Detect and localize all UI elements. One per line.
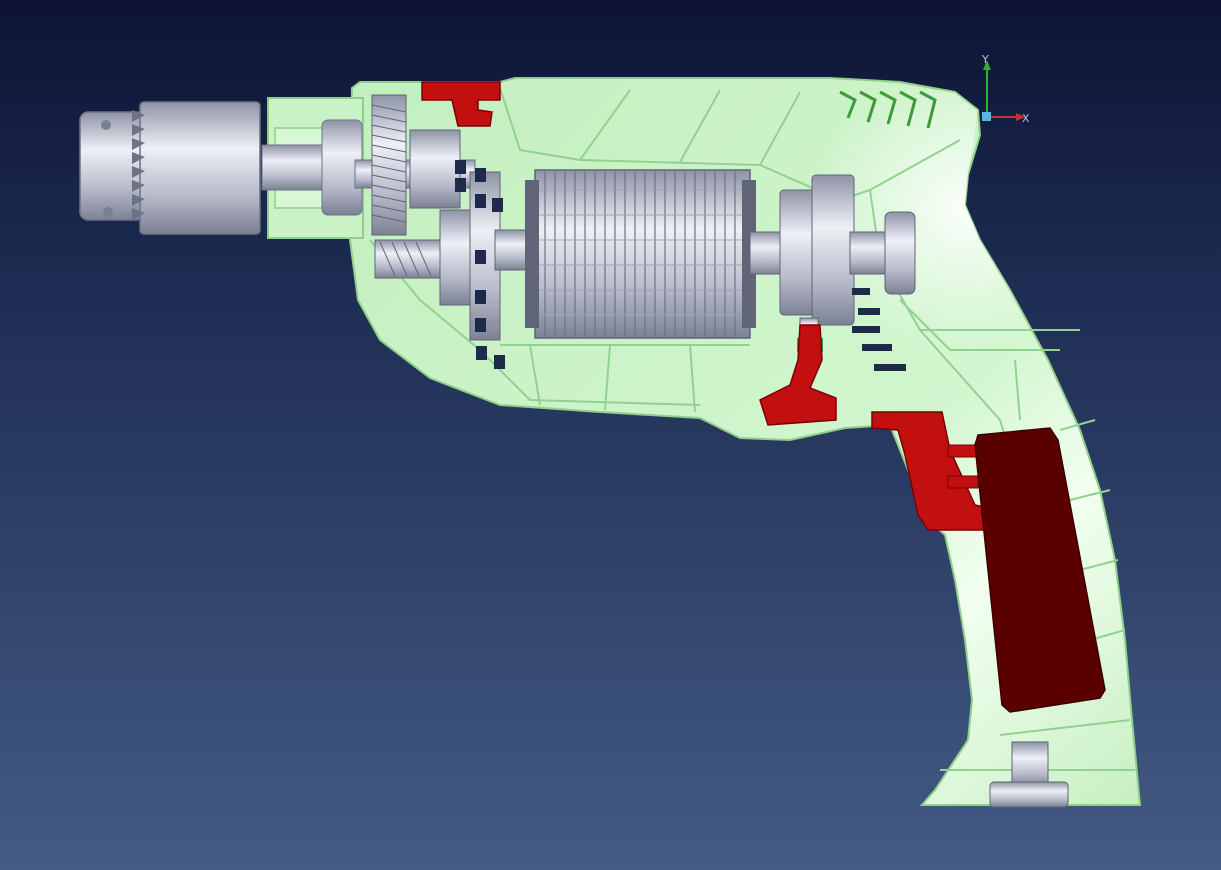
helical-pinion[interactable] <box>374 239 441 279</box>
chuck-key-hole <box>103 207 113 217</box>
triad-origin <box>982 112 991 121</box>
axis-triad: Y X <box>981 53 1030 125</box>
chuck-key-hole <box>101 120 111 130</box>
motor-armature[interactable] <box>525 169 756 339</box>
3d-viewport[interactable]: Y X <box>0 0 1221 870</box>
x-axis-label: X <box>1022 112 1030 125</box>
spur-gear[interactable] <box>371 94 407 236</box>
drill-chuck[interactable] <box>79 101 261 235</box>
y-axis-label: Y <box>981 53 989 66</box>
